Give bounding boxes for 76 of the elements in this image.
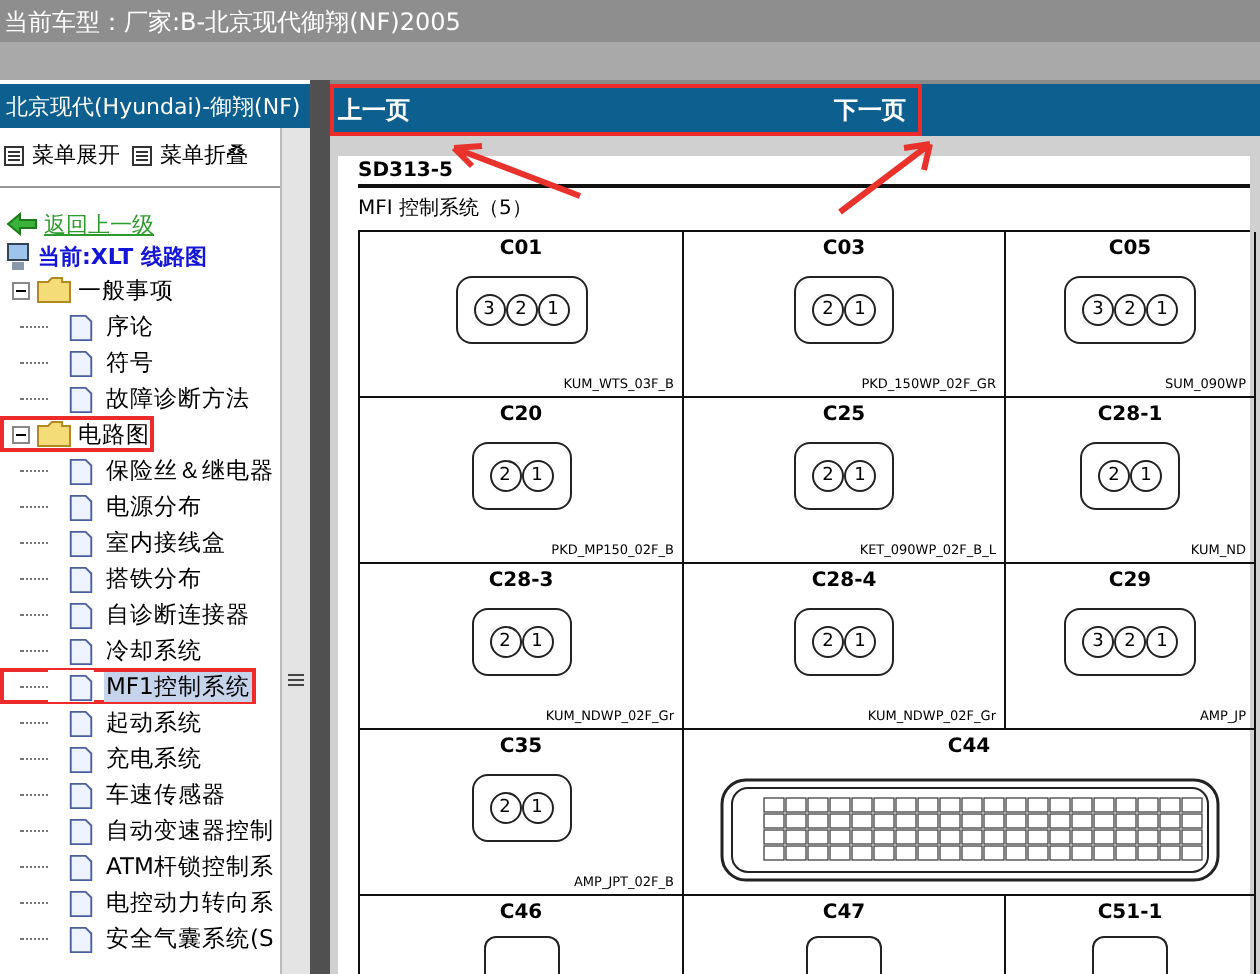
tree-item[interactable]: ATM杆锁控制系 xyxy=(104,851,276,881)
pin-number: 2 xyxy=(489,626,521,658)
pin-number: 1 xyxy=(844,294,876,326)
next-page-link[interactable]: 下一页 xyxy=(830,93,906,127)
expander-icon[interactable] xyxy=(12,281,30,299)
connector-label: C03 xyxy=(822,238,866,260)
pin-number: 2 xyxy=(489,460,521,492)
tree-item[interactable]: 电源分布 xyxy=(104,491,204,521)
menu-toggle-button[interactable]: 菜单展开 xyxy=(4,140,120,170)
tree-item[interactable]: 安全气囊系统(S xyxy=(104,923,276,953)
pin-number: 1 xyxy=(537,294,569,326)
tree-item[interactable]: 车速传感器 xyxy=(104,779,228,809)
tree-item[interactable]: 保险丝＆继电器 xyxy=(104,455,276,485)
connector-label: C25 xyxy=(822,404,866,426)
tree-item[interactable]: MF1控制系统 xyxy=(104,671,252,701)
tree-item[interactable]: 故障诊断方法 xyxy=(104,383,252,413)
connector-label: C20 xyxy=(499,404,543,426)
tree-item[interactable]: 序论 xyxy=(104,311,156,341)
tree-item[interactable]: 自动变速器控制 xyxy=(104,815,276,845)
tree-item[interactable]: 电控动力转向系 xyxy=(104,887,276,917)
connector-label: C05 xyxy=(1108,238,1152,260)
computer-icon xyxy=(6,241,30,271)
list-icon xyxy=(132,145,152,165)
vehicle-model-title: 当前车型：厂家:B-北京现代御翔(NF)2005 xyxy=(2,6,463,40)
pin-number: 2 xyxy=(1114,294,1146,326)
connector-label: C29 xyxy=(1108,570,1152,592)
tree-item[interactable]: 符号 xyxy=(104,347,156,377)
tree-item[interactable]: 室内接线盒 xyxy=(104,527,228,557)
connector-label: C01 xyxy=(499,238,543,260)
pin-number: 2 xyxy=(812,626,844,658)
connector-label: C28-1 xyxy=(1097,404,1163,426)
connector-label: C46 xyxy=(499,902,543,924)
back-arrow-icon xyxy=(6,212,38,236)
expander-icon[interactable] xyxy=(12,425,30,443)
connector-label: C44 xyxy=(947,736,991,758)
pin-number: 1 xyxy=(1146,294,1178,326)
tree-item[interactable]: 冷却系统 xyxy=(104,635,204,665)
pin-number: 1 xyxy=(1146,626,1178,658)
tree-folder[interactable]: 电路图 xyxy=(78,419,150,449)
pin-number: 1 xyxy=(844,626,876,658)
pin-number: 3 xyxy=(473,294,505,326)
connector-label: C51-1 xyxy=(1097,902,1163,924)
tree-item[interactable]: 自诊断连接器 xyxy=(104,599,252,629)
pin-number: 2 xyxy=(812,460,844,492)
grip-icon xyxy=(288,672,304,688)
tree-folder[interactable]: 一般事项 xyxy=(78,275,174,305)
pin-number: 1 xyxy=(521,792,553,824)
folder-icon xyxy=(36,420,72,448)
page-code: SD313-5 xyxy=(358,160,1250,188)
folder-icon xyxy=(36,276,72,304)
pin-number: 2 xyxy=(1114,626,1146,658)
pin-number: 2 xyxy=(505,294,537,326)
current-location-label: 当前:XLT 线路图 xyxy=(38,241,207,271)
connector-label: C35 xyxy=(499,736,543,758)
connector-label: C47 xyxy=(822,902,866,924)
pin-number: 1 xyxy=(844,460,876,492)
menu-toggle-button[interactable]: 菜单折叠 xyxy=(132,140,248,170)
pin-number: 3 xyxy=(1082,294,1114,326)
pin-number: 2 xyxy=(812,294,844,326)
tree-item[interactable]: 搭铁分布 xyxy=(104,563,204,593)
page-title: MFI 控制系统（5） xyxy=(358,195,534,224)
sidebar-title: 北京现代(Hyundai)-御翔(NF) xyxy=(4,91,301,121)
document-icon xyxy=(48,670,94,702)
tree-item[interactable]: 起动系统 xyxy=(104,707,204,737)
scrollbar[interactable] xyxy=(280,128,310,974)
pin-number: 2 xyxy=(489,792,521,824)
pin-number: 1 xyxy=(1130,460,1162,492)
tree-item[interactable]: 充电系统 xyxy=(104,743,204,773)
pin-number: 3 xyxy=(1082,626,1114,658)
back-link[interactable]: 返回上一级 xyxy=(44,209,154,239)
pin-number: 1 xyxy=(521,460,553,492)
previous-page-link[interactable]: 上一页 xyxy=(334,93,410,127)
pin-number: 1 xyxy=(521,626,553,658)
pin-number: 2 xyxy=(1098,460,1130,492)
connector-label: C28-3 xyxy=(488,570,554,592)
connector-label: C28-4 xyxy=(811,570,877,592)
